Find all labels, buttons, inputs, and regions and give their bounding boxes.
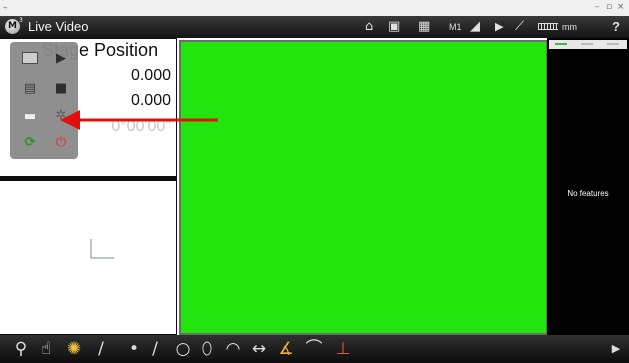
tab-indicator xyxy=(555,43,567,45)
probe-icon[interactable]: ⟋ xyxy=(515,19,524,35)
point-tool-icon[interactable]: • xyxy=(126,338,142,360)
refresh-icon[interactable]: ⟳ xyxy=(22,136,38,150)
window-chrome: ⌁ – ▫ × xyxy=(0,0,629,16)
feature-list-tabs[interactable] xyxy=(549,40,627,49)
system-menu-icon[interactable]: ⌁ xyxy=(3,3,8,12)
close-button[interactable]: × xyxy=(617,2,625,12)
angle-tool-icon[interactable]: ∡ xyxy=(275,338,297,360)
distance-tool-icon[interactable]: ↔ xyxy=(248,338,270,360)
no-features-text: No features xyxy=(567,189,609,198)
play-icon[interactable]: ▶ xyxy=(53,52,69,66)
play-icon[interactable]: ▶ xyxy=(495,19,503,35)
dro-x-value: 0.000 xyxy=(130,67,171,84)
ruler-icon[interactable] xyxy=(538,23,558,30)
camera-icon[interactable] xyxy=(22,52,38,64)
home-icon[interactable]: ⌂ xyxy=(365,19,373,35)
minimize-button[interactable]: – xyxy=(595,2,600,12)
perpendicular-tool-icon[interactable]: ⊥ xyxy=(333,338,353,360)
zoom-icon[interactable]: ⚲ xyxy=(10,338,32,360)
arc-tool-icon[interactable]: ◠ xyxy=(223,338,243,360)
grid-icon[interactable]: ▦ xyxy=(418,19,430,35)
feature-plot[interactable] xyxy=(0,181,176,334)
circle-tool-icon[interactable]: ○ xyxy=(173,338,193,360)
probe-tool-icon[interactable]: / xyxy=(92,338,110,360)
help-button[interactable]: ? xyxy=(612,19,620,35)
feature-list-panel xyxy=(547,38,629,335)
power-icon[interactable]: ⏻ xyxy=(53,136,69,150)
save-icon[interactable]: ■ xyxy=(53,82,69,96)
screen-title: Live Video xyxy=(28,19,89,34)
mode-label[interactable]: M1 xyxy=(449,19,462,35)
axis-icon xyxy=(90,239,114,259)
tab-indicator xyxy=(581,43,593,45)
tab-indicator xyxy=(607,43,619,45)
app-logo-superscript: 3 xyxy=(19,17,23,24)
line-tool-icon[interactable]: ∕ xyxy=(146,338,164,360)
light-icon[interactable]: ✺ xyxy=(63,338,85,360)
annotation-arrow xyxy=(60,110,218,130)
title-bar xyxy=(0,16,629,38)
curve-tool-icon[interactable]: ⌒ xyxy=(303,338,325,360)
angle-icon[interactable]: ◢ xyxy=(470,19,480,35)
unit-label[interactable]: mm xyxy=(562,19,577,35)
document-icon[interactable]: ▤ xyxy=(22,82,38,96)
print-icon[interactable]: ▬ xyxy=(22,110,38,124)
maximize-button[interactable]: ▫ xyxy=(606,2,612,12)
hand-icon[interactable]: ☝ xyxy=(36,338,56,360)
expand-icon[interactable]: ▶ xyxy=(608,338,624,360)
app-logo[interactable]: M xyxy=(5,19,20,34)
video-icon[interactable]: ▣ xyxy=(388,19,400,35)
quick-menu-popup: ▶ ▤ ■ ▬ ✲ ⟳ ⏻ xyxy=(10,42,78,159)
live-video-view[interactable] xyxy=(179,40,548,335)
slot-tool-icon[interactable]: ⬯ xyxy=(198,338,216,360)
